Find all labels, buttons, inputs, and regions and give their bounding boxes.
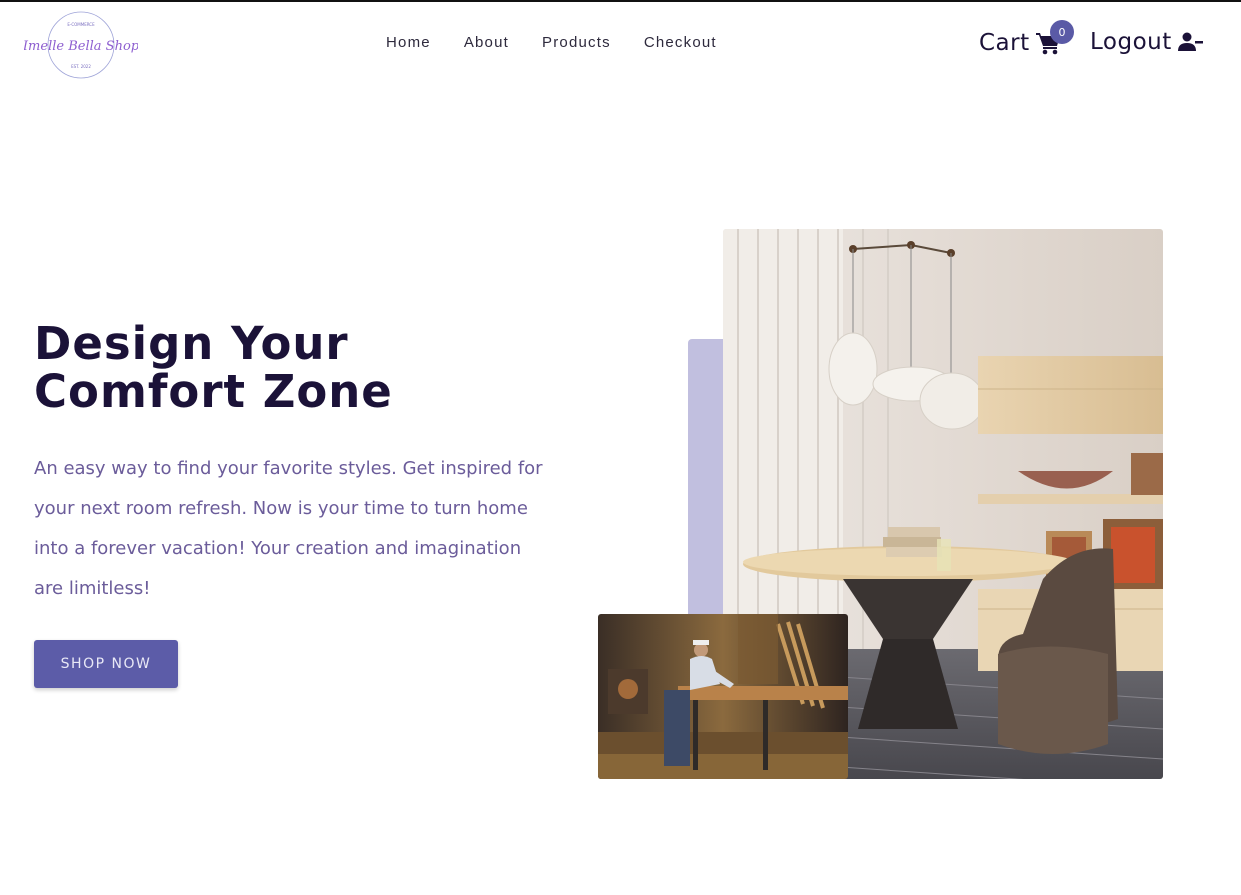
logout-label: Logout — [1090, 29, 1172, 55]
nav-products-link[interactable]: Products — [542, 34, 611, 51]
main-nav: Home About Products Checkout — [386, 34, 750, 51]
logout-button[interactable]: Logout — [1090, 29, 1204, 55]
carpenter-workshop-image — [598, 614, 848, 779]
svg-text:EST. 2022: EST. 2022 — [71, 64, 91, 69]
cart-count-badge: 0 — [1050, 20, 1074, 44]
hero-description: An easy way to find your favorite styles… — [34, 458, 543, 599]
hero-title-line1: Design Your — [34, 317, 349, 370]
site-header: E-COMMERCE Imelle Bella Shop EST. 2022 H… — [0, 2, 1241, 88]
shop-now-button[interactable]: SHOP NOW — [34, 640, 178, 688]
svg-text:Imelle Bella Shop: Imelle Bella Shop — [24, 39, 138, 54]
svg-text:E-COMMERCE: E-COMMERCE — [67, 22, 95, 27]
hero-title: Design Your Comfort Zone — [34, 320, 393, 416]
hero-title-line2: Comfort Zone — [34, 365, 393, 418]
cart-label: Cart — [979, 30, 1030, 56]
user-minus-icon — [1177, 32, 1204, 52]
brand-logo[interactable]: E-COMMERCE Imelle Bella Shop EST. 2022 — [24, 10, 138, 80]
cart-button[interactable]: Cart 0 — [979, 20, 1074, 56]
nav-about-link[interactable]: About — [464, 34, 509, 51]
nav-checkout-link[interactable]: Checkout — [644, 34, 717, 51]
nav-home-link[interactable]: Home — [386, 34, 431, 51]
